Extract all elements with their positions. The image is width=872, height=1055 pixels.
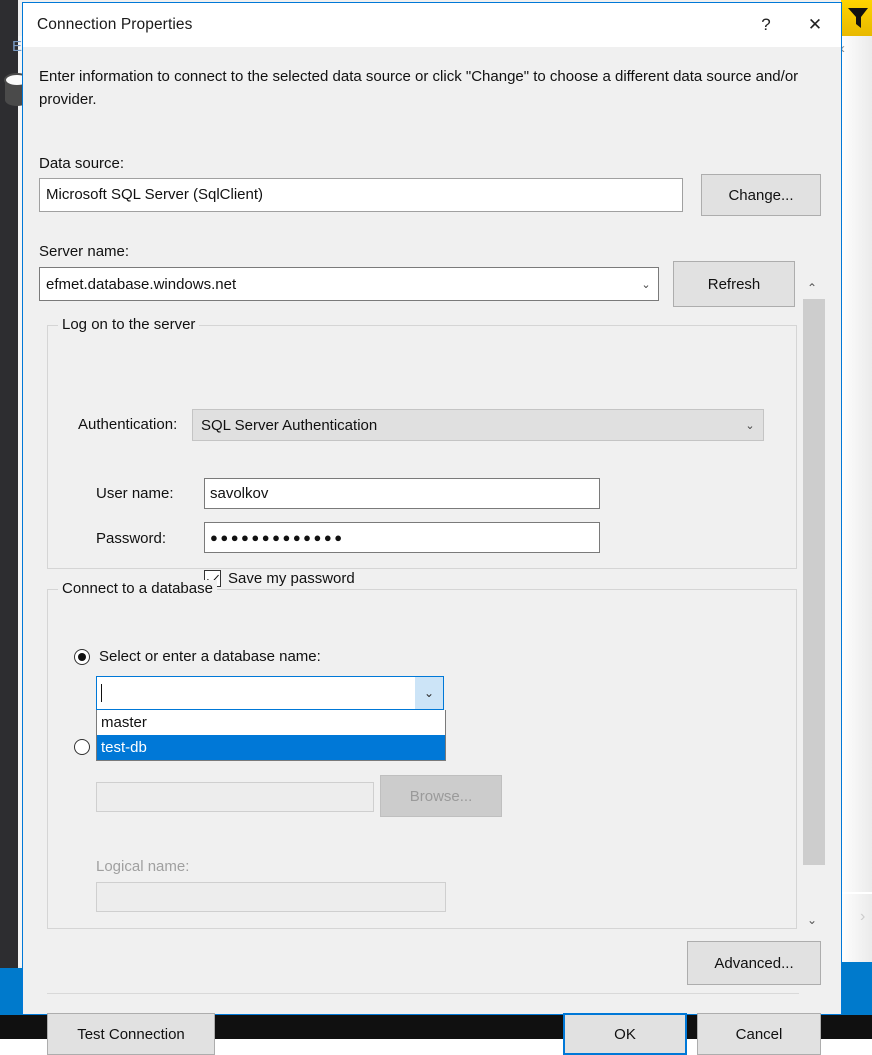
authentication-label: Authentication:	[78, 416, 177, 433]
user-name-label: User name:	[96, 485, 174, 502]
server-name-combobox[interactable]: efmet.database.windows.net ⌄	[39, 267, 659, 301]
scroll-up-icon[interactable]: ⌃	[799, 277, 825, 299]
user-name-input[interactable]: savolkov	[204, 478, 600, 509]
background-left-rail	[0, 0, 18, 1015]
list-item[interactable]: master	[97, 710, 445, 735]
change-button[interactable]: Change...	[701, 174, 821, 216]
data-source-value: Microsoft SQL Server (SqlClient)	[39, 178, 683, 212]
text-caret	[101, 684, 102, 702]
password-input[interactable]: ●●●●●●●●●●●●●	[204, 522, 600, 553]
cancel-button[interactable]: Cancel	[697, 1013, 821, 1055]
close-icon[interactable]: ✕	[789, 3, 841, 47]
save-password-row[interactable]: Save my password	[204, 570, 355, 587]
database-name-combobox[interactable]: ⌄	[96, 676, 444, 710]
connection-properties-dialog: Connection Properties ? ✕ Enter informat…	[22, 2, 842, 1015]
chevron-down-icon[interactable]: ⌄	[634, 278, 658, 291]
select-database-label: Select or enter a database name:	[99, 648, 321, 665]
scrollbar-track[interactable]	[799, 299, 825, 909]
logon-group: Log on to the server Authentication: SQL…	[47, 325, 797, 569]
logical-name-input	[96, 882, 446, 912]
dialog-intro-text: Enter information to connect to the sele…	[39, 65, 801, 112]
data-source-label: Data source:	[39, 155, 124, 172]
authentication-select[interactable]: SQL Server Authentication ⌄	[192, 409, 764, 441]
background-right-panel	[842, 30, 872, 968]
footer-divider	[47, 993, 799, 994]
chevron-down-icon[interactable]: ⌄	[737, 419, 763, 432]
dialog-scrollbar[interactable]: ⌃ ⌄	[799, 277, 825, 931]
help-icon[interactable]: ?	[743, 3, 789, 47]
save-password-label: Save my password	[228, 570, 355, 587]
test-connection-button[interactable]: Test Connection	[47, 1013, 215, 1055]
browse-button: Browse...	[380, 775, 502, 817]
logon-group-title: Log on to the server	[58, 316, 199, 333]
filter-funnel-icon	[847, 6, 869, 30]
authentication-value: SQL Server Authentication	[193, 417, 737, 434]
password-label: Password:	[96, 530, 166, 547]
database-name-value[interactable]	[97, 684, 415, 702]
list-item[interactable]: test-db	[97, 735, 445, 760]
refresh-button[interactable]: Refresh	[673, 261, 795, 307]
logical-name-label: Logical name:	[96, 858, 189, 875]
dialog-titlebar: Connection Properties ? ✕	[23, 3, 841, 47]
scrollbar-thumb[interactable]	[803, 299, 825, 865]
dialog-body: Enter information to connect to the sele…	[23, 47, 841, 1014]
connect-database-group-title: Connect to a database	[58, 580, 217, 597]
background-status-bar-right	[842, 962, 872, 1015]
scroll-down-icon[interactable]: ⌄	[799, 909, 825, 931]
attach-file-input	[96, 782, 374, 812]
database-dropdown-list[interactable]: master test-db	[96, 710, 446, 761]
chevron-down-icon[interactable]: ⌄	[415, 677, 443, 709]
background-expand-chevron-icon: ›	[860, 908, 865, 926]
attach-database-radio[interactable]	[74, 739, 90, 755]
advanced-button[interactable]: Advanced...	[687, 941, 821, 985]
select-database-radio-row[interactable]: Select or enter a database name:	[74, 648, 321, 665]
dialog-title: Connection Properties	[37, 16, 192, 34]
connect-database-group: Connect to a database Select or enter a …	[47, 589, 797, 929]
select-database-radio[interactable]	[74, 649, 90, 665]
server-name-label: Server name:	[39, 243, 129, 260]
ok-button[interactable]: OK	[563, 1013, 687, 1055]
titlebar-buttons: ? ✕	[743, 3, 841, 47]
server-name-value: efmet.database.windows.net	[40, 276, 634, 293]
background-right-divider	[842, 892, 872, 894]
